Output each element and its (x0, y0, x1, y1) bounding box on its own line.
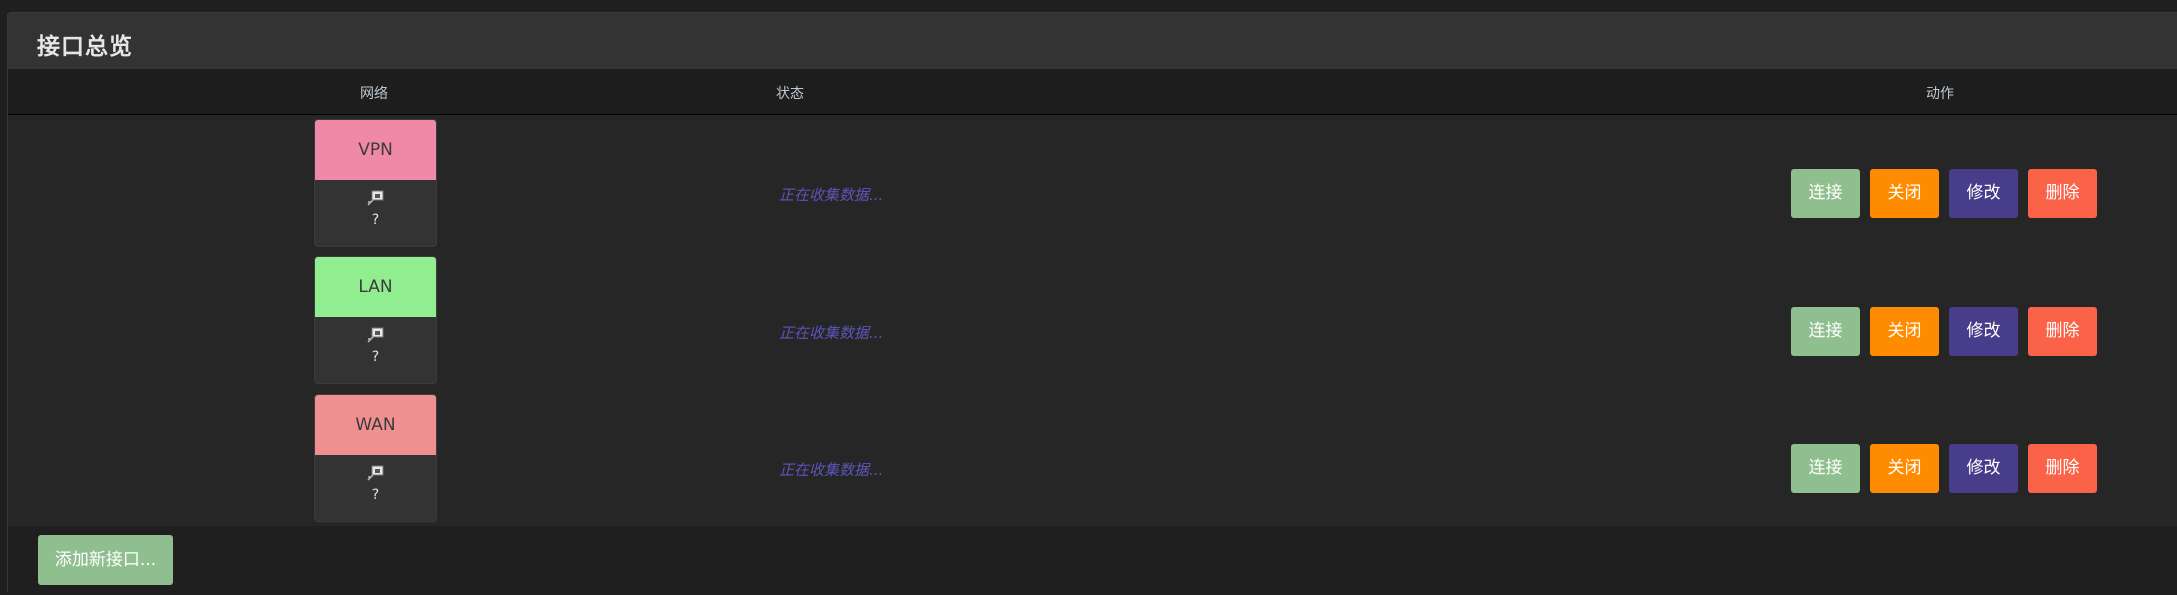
table-row-wan: WAN ? 正在收集数据... 连接 关闭 修改 删除 (8, 393, 2177, 531)
delete-button[interactable]: 删除 (2028, 444, 2097, 493)
ethernet-port-icon (367, 327, 384, 343)
interface-badge-lan[interactable]: LAN ? (314, 256, 437, 384)
ethernet-port-icon (367, 465, 384, 481)
table-header: 网络 状态 动作 (8, 69, 2177, 115)
interface-device: ? (371, 212, 380, 228)
interface-device: ? (371, 349, 380, 365)
close-button[interactable]: 关闭 (1870, 444, 1939, 493)
table-row-lan: LAN ? 正在收集数据... 连接 关闭 修改 删除 (8, 255, 2177, 393)
connect-button[interactable]: 连接 (1791, 169, 1860, 218)
panel-header: 接口总览 (8, 13, 2177, 69)
interface-badge-wan[interactable]: WAN ? (314, 394, 437, 522)
edit-button[interactable]: 修改 (1949, 169, 2018, 218)
add-interface-button[interactable]: 添加新接口... (38, 535, 173, 585)
delete-button[interactable]: 删除 (2028, 169, 2097, 218)
column-header-actions: 动作 (1926, 86, 1954, 102)
status-text: 正在收集数据... (779, 186, 884, 204)
edit-button[interactable]: 修改 (1949, 444, 2018, 493)
interface-badge-vpn[interactable]: VPN ? (314, 119, 437, 247)
table-row-vpn: VPN ? 正在收集数据... 连接 关闭 修改 删除 (8, 117, 2177, 255)
status-text: 正在收集数据... (779, 461, 884, 479)
delete-button[interactable]: 删除 (2028, 307, 2097, 356)
panel-footer: 添加新接口... (8, 526, 2177, 595)
status-text: 正在收集数据... (779, 324, 884, 342)
connect-button[interactable]: 连接 (1791, 307, 1860, 356)
column-header-network: 网络 (360, 86, 388, 102)
interface-name: WAN (315, 395, 436, 455)
interface-name: LAN (315, 257, 436, 317)
close-button[interactable]: 关闭 (1870, 169, 1939, 218)
panel-title: 接口总览 (37, 34, 133, 60)
connect-button[interactable]: 连接 (1791, 444, 1860, 493)
column-header-status: 状态 (776, 86, 804, 102)
interface-name: VPN (315, 120, 436, 180)
interface-overview-panel: 接口总览 网络 状态 动作 VPN ? 正在收集数据... 连接 关闭 修改 删… (7, 12, 2177, 595)
ethernet-port-icon (367, 190, 384, 206)
interface-device: ? (371, 487, 380, 503)
edit-button[interactable]: 修改 (1949, 307, 2018, 356)
close-button[interactable]: 关闭 (1870, 307, 1939, 356)
